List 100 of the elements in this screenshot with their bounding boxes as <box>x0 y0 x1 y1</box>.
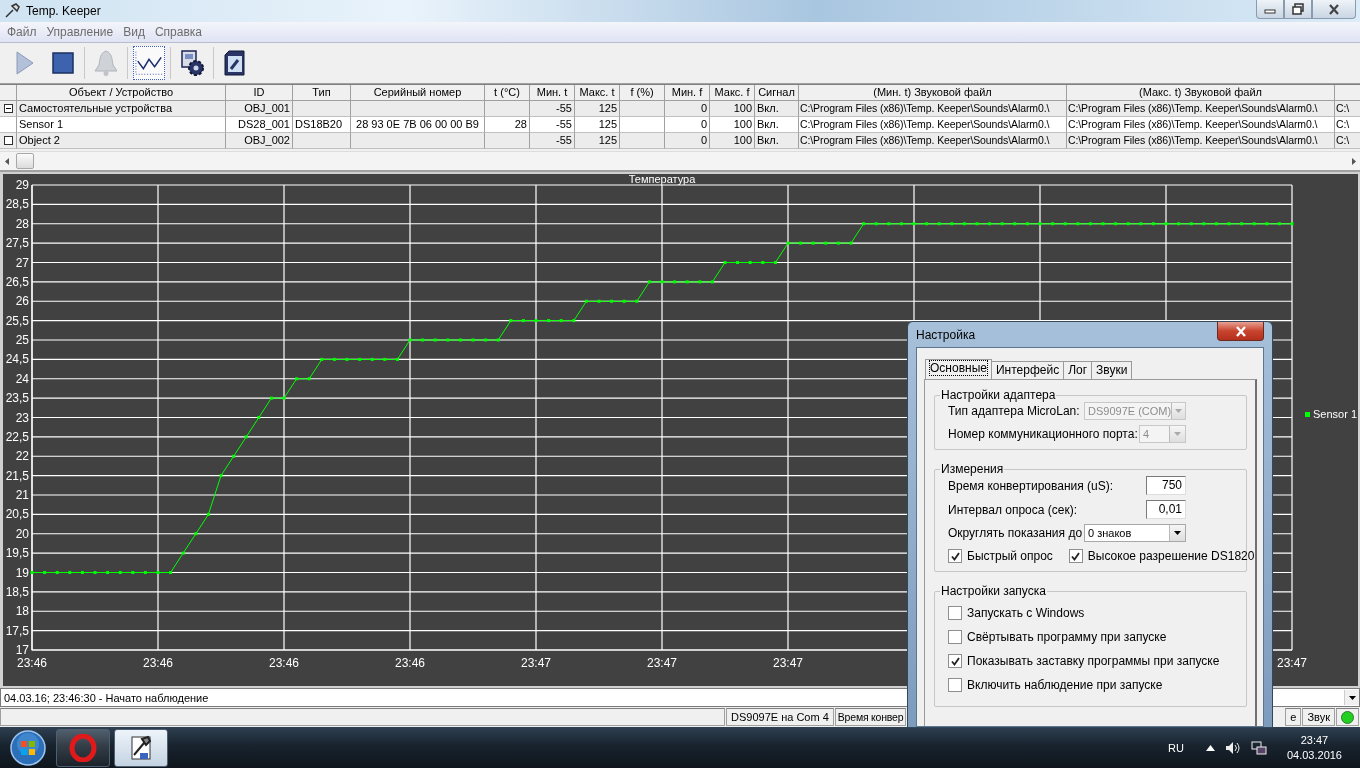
column-header[interactable]: Тип <box>293 85 351 101</box>
data-point <box>408 338 412 342</box>
data-point <box>118 571 122 574</box>
column-header[interactable]: Макс. t <box>575 85 620 101</box>
tab[interactable]: Основные <box>925 359 992 379</box>
data-point <box>723 261 727 264</box>
checkbox[interactable] <box>948 654 962 668</box>
data-point <box>937 222 941 226</box>
column-header[interactable]: Объект / Устройство <box>17 85 226 101</box>
close-button[interactable] <box>1312 0 1356 19</box>
checkbox[interactable] <box>948 630 962 644</box>
checkbox-label[interactable]: Быстрый опрос <box>967 549 1053 563</box>
table-cell: -55 <box>530 133 575 149</box>
table-cell: C:\Program Files (x86)\Temp. Keeper\Sounds\Alarm0.\ <box>1067 133 1335 149</box>
menu-item[interactable]: Справка <box>149 25 208 39</box>
column-header[interactable]: Мин. t <box>530 85 575 101</box>
clock-time[interactable]: 23:47 <box>1300 732 1329 748</box>
table-cell: C:\Program Files (x86)\Temp. Keeper\Sounds\Alarm0.\ <box>799 133 1067 149</box>
y-tick-label: 24,5 <box>5 352 29 367</box>
column-header[interactable]: ID <box>226 85 293 101</box>
column-header[interactable]: (Макс. t) Звуковой файл <box>1067 85 1335 101</box>
checkbox-label[interactable]: Высокое разрешение DS1820 <box>1087 549 1255 563</box>
table-cell: Вкл. <box>755 133 799 149</box>
menu-item[interactable]: Управление <box>41 25 119 39</box>
data-point <box>156 571 160 574</box>
menu-item[interactable]: Файл <box>2 25 42 39</box>
table-cell: C:\ <box>1335 133 1360 149</box>
column-header[interactable]: (Мин. t) Звуковой файл <box>799 85 1067 101</box>
y-tick-label: 21,5 <box>5 468 29 483</box>
close-icon <box>1328 3 1340 15</box>
taskbar-button[interactable] <box>114 728 168 767</box>
column-header[interactable]: Мин. f <box>665 85 710 101</box>
group-title: Настройки запуска <box>940 584 1047 598</box>
data-point <box>1139 222 1143 226</box>
table-cell <box>485 133 530 149</box>
data-point <box>106 571 110 574</box>
start-button[interactable] <box>9 728 47 767</box>
checkbox[interactable] <box>948 606 962 620</box>
column-header[interactable]: Сигнал <box>755 85 799 101</box>
language-indicator[interactable]: RU <box>1168 741 1184 754</box>
data-point <box>698 280 702 284</box>
table-cell <box>293 133 351 149</box>
data-point <box>1177 222 1181 226</box>
check-icon <box>1071 551 1081 561</box>
y-tick-label: 26 <box>15 294 29 309</box>
data-point <box>282 396 286 400</box>
dropdown[interactable]: 0 знаков <box>1084 524 1186 542</box>
y-tick-label: 25,5 <box>5 313 29 328</box>
restore-button[interactable] <box>1284 0 1312 19</box>
data-point <box>635 299 639 303</box>
checkbox-label[interactable]: Показывать заставку программы при запуске <box>967 654 1220 668</box>
tab[interactable]: Звуки <box>1091 361 1133 379</box>
expand-toggle[interactable] <box>3 136 13 145</box>
data-point <box>1126 222 1130 226</box>
data-point <box>1227 222 1231 226</box>
data-point <box>295 377 299 381</box>
data-point <box>547 319 551 323</box>
data-point <box>836 241 840 245</box>
speaker-icon[interactable] <box>1224 740 1241 755</box>
data-point <box>345 357 349 361</box>
minus-icon <box>4 105 12 112</box>
scroll-left-icon[interactable] <box>4 157 10 165</box>
table-cell: Object 2 <box>17 133 226 149</box>
column-header[interactable]: Серийный номер <box>351 85 485 101</box>
expand-toggle[interactable] <box>3 104 13 113</box>
y-tick-label: 28 <box>15 216 29 231</box>
data-point <box>761 261 765 264</box>
dropdown-arrow-icon <box>1174 432 1181 436</box>
menu-item[interactable]: Вид <box>118 25 150 39</box>
checkbox[interactable] <box>1068 549 1083 563</box>
table-cell: OBJ_002 <box>226 133 293 149</box>
checkbox[interactable] <box>948 549 962 563</box>
checkbox-label[interactable]: Запускать с Windows <box>967 606 1085 620</box>
checkbox-label[interactable]: Свёртывать программу при запуске <box>967 630 1167 644</box>
show-hidden-icons-icon[interactable] <box>1205 744 1215 751</box>
y-tick-label: 21 <box>15 488 29 502</box>
close-button[interactable] <box>1217 322 1264 341</box>
column-header[interactable]: f (%) <box>620 85 665 101</box>
column-header[interactable]: Макс. f <box>710 85 755 101</box>
horizontal-scrollbar[interactable] <box>0 151 1360 170</box>
data-point <box>786 241 790 245</box>
scrollbar-thumb[interactable] <box>16 153 34 169</box>
data-point <box>1000 222 1004 226</box>
input-field[interactable]: 0,01 <box>1146 500 1186 519</box>
column-header[interactable]: t (°C) <box>485 85 530 101</box>
data-point <box>887 222 891 226</box>
data-point <box>383 357 387 361</box>
tab[interactable]: Интерфейс <box>990 361 1065 379</box>
network-icon[interactable] <box>1250 739 1267 756</box>
toolbar-button[interactable] <box>133 46 165 80</box>
data-point <box>559 319 563 323</box>
legend-label: Sensor 1 <box>1313 408 1358 420</box>
checkbox[interactable] <box>948 678 962 692</box>
input-field[interactable]: 750 <box>1146 476 1186 495</box>
bell-icon <box>93 49 119 77</box>
play-icon <box>14 49 36 77</box>
scroll-right-icon[interactable] <box>1350 157 1356 165</box>
y-tick-label: 18 <box>15 604 29 619</box>
clock-date[interactable]: 04.03.2016 <box>1286 747 1342 763</box>
minimize-button[interactable] <box>1256 0 1284 19</box>
